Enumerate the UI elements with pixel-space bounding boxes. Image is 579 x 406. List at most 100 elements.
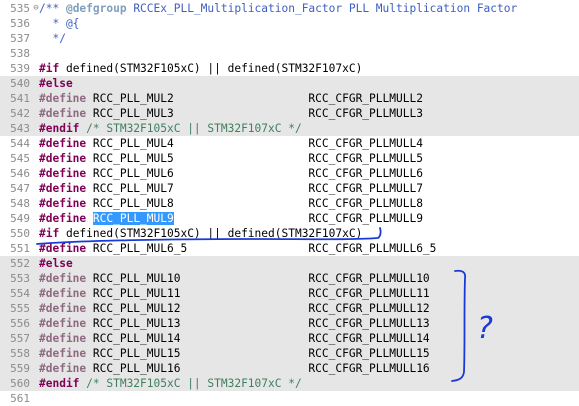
line-number: 537 [10,32,30,45]
code-text: /** @defgroup RCCEx_PLL_Multiplication_F… [39,1,517,16]
code-text: #define RCC_PLL_MUL11 RCC_CFGR_PLLMULL11 [39,286,430,301]
code-token: #define [39,287,87,300]
code-text: #define RCC_PLL_MUL12 RCC_CFGR_PLLMULL12 [39,301,430,316]
code-token: #define [39,272,87,285]
code-text: #define RCC_PLL_MUL13 RCC_CFGR_PLLMULL13 [39,316,430,331]
code-token: #define [39,182,87,195]
code-token: RCC_PLL_MUL3 RCC_CFGR_PLLMULL3 [86,107,423,120]
code-line-542[interactable]: 542 #define RCC_PLL_MUL3 RCC_CFGR_PLLMULL… [0,106,579,121]
code-token: #define [39,107,87,120]
code-line-540[interactable]: 540 #else [0,76,579,91]
code-line-551[interactable]: 551 #define RCC_PLL_MUL6_5 RCC_CFGR_PLLMU… [0,241,579,256]
code-text: #else [39,256,73,271]
line-number: 546 [10,167,30,180]
line-number: 549 [10,212,30,225]
code-token: #define [39,362,87,375]
code-line-552[interactable]: 552 #else [0,256,579,271]
code-token: RCC_PLL_MUL14 RCC_CFGR_PLLMULL14 [86,332,430,345]
code-text: #define RCC_PLL_MUL5 RCC_CFGR_PLLMULL5 [39,151,423,166]
code-text: #if defined(STM32F105xC) || defined(STM3… [39,226,362,241]
code-token: defined(STM32F105xC) || defined(STM32F10… [59,227,363,240]
line-number: 553 [10,272,30,285]
code-token: RCC_PLL_MUL10 RCC_CFGR_PLLMULL10 [86,272,430,285]
code-token: RCC_PLL_MUL6 RCC_CFGR_PLLMULL6 [86,167,423,180]
code-editor[interactable]: 535 ⊖/** @defgroup RCCEx_PLL_Multiplicati… [0,0,579,405]
code-token: defined(STM32F105xC) || defined(STM32F10… [59,62,363,75]
line-number: 538 [10,47,30,60]
code-line-541[interactable]: 541 #define RCC_PLL_MUL2 RCC_CFGR_PLLMULL… [0,91,579,106]
code-text: #define RCC_PLL_MUL8 RCC_CFGR_PLLMULL8 [39,196,423,211]
line-number: 540 [10,77,30,90]
code-line-555[interactable]: 555 #define RCC_PLL_MUL12 RCC_CFGR_PLLMUL… [0,301,579,316]
code-text: #define RCC_PLL_MUL2 RCC_CFGR_PLLMULL2 [39,91,423,106]
code-line-547[interactable]: 547 #define RCC_PLL_MUL7 RCC_CFGR_PLLMULL… [0,181,579,196]
code-line-558[interactable]: 558 #define RCC_PLL_MUL15 RCC_CFGR_PLLMUL… [0,346,579,361]
line-number: 547 [10,182,30,195]
code-token: #endif [39,377,80,390]
code-token: @defgroup [65,2,127,15]
code-line-539[interactable]: 539 #if defined(STM32F105xC) || defined(S… [0,61,579,76]
code-line-553[interactable]: 553 #define RCC_PLL_MUL10 RCC_CFGR_PLLMUL… [0,271,579,286]
code-token: * @{ [39,17,80,30]
code-token: RCC_PLL_MUL7 RCC_CFGR_PLLMULL7 [86,182,423,195]
code-token: #define [39,332,87,345]
code-line-538[interactable]: 538 [0,46,579,61]
code-line-559[interactable]: 559 #define RCC_PLL_MUL16 RCC_CFGR_PLLMUL… [0,361,579,376]
code-token: RCC_CFGR_PLLMULL9 [173,212,423,225]
code-line-536[interactable]: 536 * @{ [0,16,579,31]
code-token: #define [39,152,87,165]
code-token: RCC_PLL_MUL4 RCC_CFGR_PLLMULL4 [86,137,423,150]
code-text: #define RCC_PLL_MUL14 RCC_CFGR_PLLMULL14 [39,331,430,346]
code-text: #else [39,76,73,91]
code-line-556[interactable]: 556 #define RCC_PLL_MUL13 RCC_CFGR_PLLMUL… [0,316,579,331]
code-token: RCC_PLL_MUL11 RCC_CFGR_PLLMULL11 [86,287,430,300]
code-token: #else [39,257,73,270]
selected-text[interactable]: RCC_PLL_MUL9 [92,212,174,225]
code-text: #define RCC_PLL_MUL15 RCC_CFGR_PLLMULL15 [39,346,430,361]
code-token: #define [39,302,87,315]
code-token: RCC_PLL_MUL5 RCC_CFGR_PLLMULL5 [86,152,423,165]
code-line-545[interactable]: 545 #define RCC_PLL_MUL5 RCC_CFGR_PLLMULL… [0,151,579,166]
code-text: #define RCC_PLL_MUL10 RCC_CFGR_PLLMULL10 [39,271,430,286]
code-line-548[interactable]: 548 #define RCC_PLL_MUL8 RCC_CFGR_PLLMULL… [0,196,579,211]
code-text: #define RCC_PLL_MUL7 RCC_CFGR_PLLMULL7 [39,181,423,196]
line-number: 543 [10,122,30,135]
code-token: RCC_PLL_MUL6_5 RCC_CFGR_PLLMULL6_5 [86,242,437,255]
code-line-535[interactable]: 535 ⊖/** @defgroup RCCEx_PLL_Multiplicati… [0,1,579,16]
code-token: #define [39,167,87,180]
code-token: #define [39,137,87,150]
line-number: 561 [10,392,30,405]
code-line-544[interactable]: 544 #define RCC_PLL_MUL4 RCC_CFGR_PLLMULL… [0,136,579,151]
code-token: #define [39,347,87,360]
code-token: #if [39,62,60,75]
code-line-543[interactable]: 543 #endif /* STM32F105xC || STM32F107xC … [0,121,579,136]
line-number: 550 [10,227,30,240]
code-token: #else [39,77,73,90]
code-token: RCC_PLL_MUL12 RCC_CFGR_PLLMULL12 [86,302,430,315]
code-token: #if [39,227,60,240]
code-line-549[interactable]: 549 #define RCC_PLL_MUL9 RCC_CFGR_PLLMULL… [0,211,579,226]
code-line-557[interactable]: 557 #define RCC_PLL_MUL14 RCC_CFGR_PLLMUL… [0,331,579,346]
code-token: RCC_PLL_MUL15 RCC_CFGR_PLLMULL15 [86,347,430,360]
line-number: 539 [10,62,30,75]
line-number: 544 [10,137,30,150]
code-token: RCC_PLL_MUL8 RCC_CFGR_PLLMULL8 [86,197,423,210]
line-number: 557 [10,332,30,345]
code-token: RCCEx_PLL_Multiplication_Factor PLL Mult… [126,2,518,15]
code-line-537[interactable]: 537 */ [0,31,579,46]
code-token: #define [39,317,87,330]
code-line-561[interactable]: 561 [0,391,579,406]
code-line-560[interactable]: 560 #endif /* STM32F105xC || STM32F107xC … [0,376,579,391]
code-token: #define [39,242,87,255]
code-token: RCC_PLL_MUL16 RCC_CFGR_PLLMULL16 [86,362,430,375]
code-line-546[interactable]: 546 #define RCC_PLL_MUL6 RCC_CFGR_PLLMULL… [0,166,579,181]
code-line-550[interactable]: 550 #if defined(STM32F105xC) || defined(S… [0,226,579,241]
code-token: #define [39,197,87,210]
line-number: 560 [10,377,30,390]
code-token: #define [39,92,87,105]
code-token: /* STM32F105xC || STM32F107xC */ [79,377,302,390]
code-line-554[interactable]: 554 #define RCC_PLL_MUL11 RCC_CFGR_PLLMUL… [0,286,579,301]
code-text: #endif /* STM32F105xC || STM32F107xC */ [39,121,302,136]
code-token: RCC_PLL_MUL2 RCC_CFGR_PLLMULL2 [86,92,423,105]
